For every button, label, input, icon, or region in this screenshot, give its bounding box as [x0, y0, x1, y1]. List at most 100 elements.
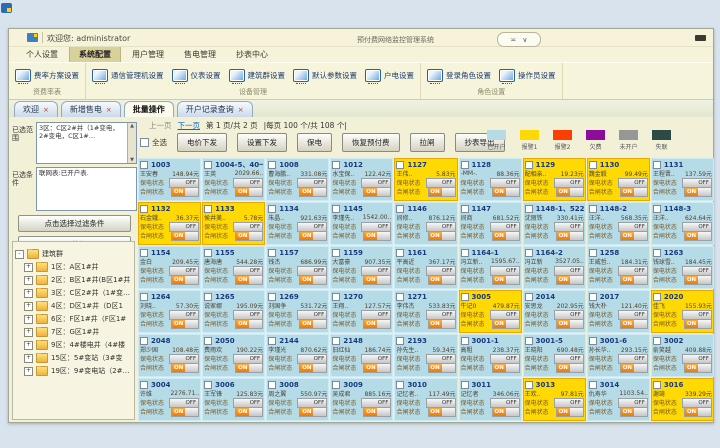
- room-card[interactable]: 1003王安春148.94元保电状态OFF合闸状态ON: [138, 158, 201, 201]
- close-icon[interactable]: ×: [106, 106, 112, 114]
- room-checkbox[interactable]: [396, 205, 404, 213]
- switch-status-toggle[interactable]: ON: [492, 407, 520, 417]
- doc-tab-2[interactable]: 批量操作: [124, 101, 174, 118]
- expand-icon[interactable]: +: [24, 289, 33, 298]
- room-card[interactable]: 1134朱晶..921.63元保电状态OFF合闸状态ON: [266, 202, 329, 245]
- room-checkbox[interactable]: [204, 337, 212, 345]
- room-checkbox[interactable]: [268, 205, 276, 213]
- switch-status-toggle[interactable]: ON: [556, 275, 584, 285]
- room-checkbox[interactable]: [653, 293, 661, 301]
- tree-item-3[interactable]: +4区：D区1#井（D区1: [24, 301, 132, 311]
- tree-item-2[interactable]: +3区：C区2#井（1#变…: [24, 288, 132, 298]
- room-card[interactable]: 1161平高近367.17元保电状态OFF合闸状态ON: [394, 246, 457, 289]
- room-card[interactable]: 3001-6孙长华..293.15元保电状态OFF合闸状态ON: [587, 334, 650, 377]
- switch-status-toggle[interactable]: ON: [620, 319, 648, 329]
- switch-status-toggle[interactable]: ON: [556, 407, 584, 417]
- tree-root[interactable]: -建筑群: [15, 249, 132, 259]
- menu-tab-3[interactable]: 售电管理: [175, 47, 225, 62]
- room-card[interactable]: 3004许维2276.71..保电状态OFF合闸状态ON: [138, 378, 201, 421]
- room-card[interactable]: 1157钱杰686.99元保电状态OFF合闸状态ON: [266, 246, 329, 289]
- room-checkbox[interactable]: [332, 293, 340, 301]
- room-checkbox[interactable]: [461, 337, 469, 345]
- room-checkbox[interactable]: [268, 337, 276, 345]
- expand-icon[interactable]: +: [24, 354, 33, 363]
- room-card[interactable]: 1159大富豪907.35元保电状态OFF合闸状态ON: [330, 246, 393, 289]
- room-card[interactable]: 2050费雨欢190.22元保电状态OFF合闸状态ON: [202, 334, 265, 377]
- next-page-link[interactable]: 下一页: [178, 120, 201, 131]
- expand-icon[interactable]: +: [24, 276, 33, 285]
- ribbon-button-1-3[interactable]: 默认参数设置: [293, 69, 357, 82]
- room-checkbox[interactable]: [204, 205, 212, 213]
- room-card[interactable]: 3001-1高粗238.37元保电状态OFF合闸状态ON: [459, 334, 522, 377]
- desktop-shortcut-icon[interactable]: [1, 3, 12, 13]
- switch-status-toggle[interactable]: ON: [363, 319, 391, 329]
- room-checkbox[interactable]: [589, 161, 597, 169]
- switch-status-toggle[interactable]: ON: [620, 231, 648, 241]
- switch-status-toggle[interactable]: ON: [235, 231, 263, 241]
- ribbon-button-1-1[interactable]: 仪表设置: [172, 69, 221, 82]
- room-card[interactable]: 1263钱球雪..184.45元保电状态OFF合闸状态ON: [651, 246, 714, 289]
- switch-status-toggle[interactable]: ON: [556, 231, 584, 241]
- switch-status-toggle[interactable]: ON: [235, 319, 263, 329]
- room-card[interactable]: 1164-1冯立新..1595.67..保电状态OFF合闸状态ON: [459, 246, 522, 289]
- room-card[interactable]: 3002俞笑越409.88元保电状态OFF合闸状态ON: [651, 334, 714, 377]
- switch-status-toggle[interactable]: ON: [556, 187, 584, 197]
- choose-filter-button[interactable]: 点击选择过滤条件: [18, 215, 131, 232]
- pin-icon[interactable]: ≍: [511, 36, 517, 44]
- room-checkbox[interactable]: [204, 161, 212, 169]
- switch-status-toggle[interactable]: ON: [492, 231, 520, 241]
- room-checkbox[interactable]: [461, 381, 469, 389]
- room-card[interactable]: 1148-1、522沈丽铁330.41元保电状态OFF合闸状态ON: [523, 202, 586, 245]
- switch-status-toggle[interactable]: ON: [171, 275, 199, 285]
- switch-status-toggle[interactable]: ON: [620, 407, 648, 417]
- room-card[interactable]: 1147间商681.52元保电状态OFF合闸状态ON: [459, 202, 522, 245]
- room-card[interactable]: 1127王伟..5.83元保电状态OFF合闸状态ON: [394, 158, 457, 201]
- switch-status-toggle[interactable]: ON: [428, 275, 456, 285]
- room-checkbox[interactable]: [140, 381, 148, 389]
- switch-status-toggle[interactable]: ON: [171, 187, 199, 197]
- ribbon-button-2-0[interactable]: 登录角色设置: [427, 69, 491, 82]
- switch-status-toggle[interactable]: ON: [684, 363, 712, 373]
- room-checkbox[interactable]: [653, 161, 661, 169]
- switch-status-toggle[interactable]: ON: [363, 407, 391, 417]
- room-card[interactable]: 1264刘晓..57.30元保电状态OFF合闸状态ON: [138, 290, 201, 333]
- room-checkbox[interactable]: [525, 293, 533, 301]
- room-card[interactable]: 2148旧红仙186.74元保电状态OFF合闸状态ON: [330, 334, 393, 377]
- switch-status-toggle[interactable]: ON: [299, 407, 327, 417]
- expand-icon[interactable]: +: [24, 302, 33, 311]
- room-checkbox[interactable]: [461, 205, 469, 213]
- room-card[interactable]: 3014仇寿华1103.54..保电状态OFF合闸状态ON: [587, 378, 650, 421]
- tree-item-8[interactable]: +19区：9#变电站（2#…: [24, 366, 132, 376]
- selected-condition-box[interactable]: 联网表:已开户表.: [36, 167, 137, 211]
- room-card[interactable]: 2017钱大朴121.40元保电状态OFF合闸状态ON: [587, 290, 650, 333]
- room-checkbox[interactable]: [461, 249, 469, 257]
- doc-tab-1[interactable]: 新增售电×: [61, 101, 121, 118]
- switch-status-toggle[interactable]: ON: [363, 363, 391, 373]
- menu-tab-2[interactable]: 用户管理: [123, 47, 173, 62]
- switch-status-toggle[interactable]: ON: [235, 275, 263, 285]
- tree-item-5[interactable]: +7区：G区1#井: [24, 327, 132, 337]
- action-button-2[interactable]: 保电: [297, 133, 332, 152]
- switch-status-toggle[interactable]: ON: [556, 319, 584, 329]
- scroll-up-icon[interactable]: ▲: [130, 123, 134, 129]
- switch-status-toggle[interactable]: ON: [235, 187, 263, 197]
- room-card[interactable]: 1271李伟杰533.83元保电状态OFF合闸状态ON: [394, 290, 457, 333]
- room-card[interactable]: 1133侯井美..5.78元保电状态OFF合闸状态ON: [202, 202, 265, 245]
- switch-status-toggle[interactable]: ON: [428, 363, 456, 373]
- switch-status-toggle[interactable]: ON: [620, 363, 648, 373]
- ribbon-button-1-4[interactable]: 户电设置: [365, 69, 414, 82]
- room-card[interactable]: 1154金白209.45元保电状态OFF合闸状态ON: [138, 246, 201, 289]
- room-checkbox[interactable]: [140, 293, 148, 301]
- close-icon[interactable]: ×: [238, 106, 244, 114]
- room-checkbox[interactable]: [525, 381, 533, 389]
- switch-status-toggle[interactable]: ON: [299, 363, 327, 373]
- room-checkbox[interactable]: [461, 293, 469, 301]
- room-checkbox[interactable]: [332, 161, 340, 169]
- room-card[interactable]: 1128-MM-.88.36元保电状态OFF合闸状态ON: [459, 158, 522, 201]
- room-checkbox[interactable]: [204, 249, 212, 257]
- room-checkbox[interactable]: [396, 381, 404, 389]
- switch-status-toggle[interactable]: ON: [235, 407, 263, 417]
- switch-status-toggle[interactable]: ON: [363, 231, 391, 241]
- room-card[interactable]: 2193孙先生..59.34元保电状态OFF合闸状态ON: [394, 334, 457, 377]
- switch-status-toggle[interactable]: ON: [620, 275, 648, 285]
